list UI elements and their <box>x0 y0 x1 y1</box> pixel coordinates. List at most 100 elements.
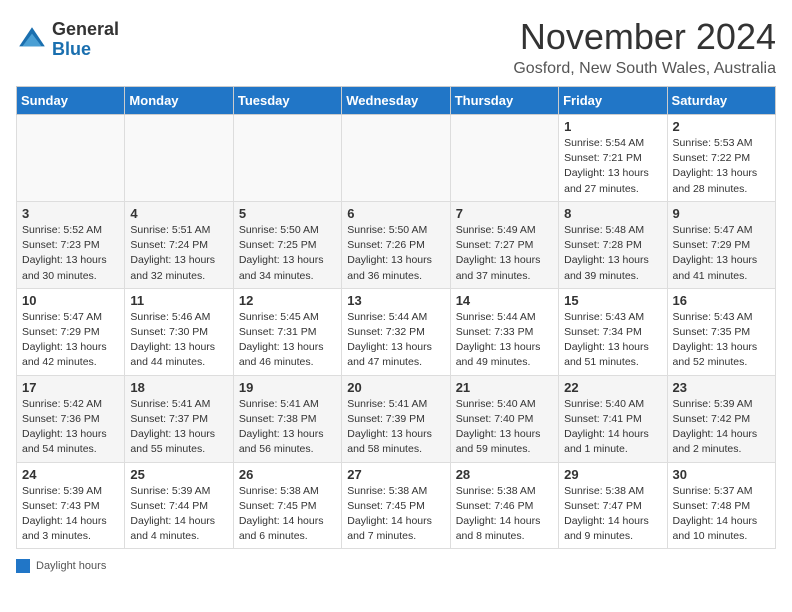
day-info: Sunrise: 5:50 AM Sunset: 7:26 PM Dayligh… <box>347 223 445 284</box>
day-number: 19 <box>239 380 337 395</box>
day-info: Sunrise: 5:38 AM Sunset: 7:46 PM Dayligh… <box>456 484 554 545</box>
calendar-header-wednesday: Wednesday <box>342 87 450 115</box>
page-header: General Blue November 2024 Gosford, New … <box>16 16 776 78</box>
calendar-table: SundayMondayTuesdayWednesdayThursdayFrid… <box>16 86 776 549</box>
calendar-cell: 6 Sunrise: 5:50 AM Sunset: 7:26 PM Daylig… <box>342 201 450 288</box>
calendar-cell: 26Sunrise: 5:38 AM Sunset: 7:45 PM Dayli… <box>233 462 341 549</box>
calendar-cell: 25 Sunrise: 5:39 AM Sunset: 7:44 PM Dayli… <box>125 462 233 549</box>
day-info: Sunrise: 5:39 AM Sunset: 7:42 PM Dayligh… <box>673 397 771 458</box>
calendar-cell: 5 Sunrise: 5:50 AM Sunset: 7:25 PM Daylig… <box>233 201 341 288</box>
calendar-cell <box>17 115 125 202</box>
day-number: 11 <box>130 293 228 308</box>
calendar-cell <box>125 115 233 202</box>
day-number: 16 <box>673 293 771 308</box>
day-info: Sunrise: 5:49 AM Sunset: 7:27 PM Dayligh… <box>456 223 554 284</box>
calendar-cell: 10Sunrise: 5:47 AM Sunset: 7:29 PM Dayli… <box>17 288 125 375</box>
day-info: Sunrise: 5:41 AM Sunset: 7:37 PM Dayligh… <box>130 397 228 458</box>
day-number: 20 <box>347 380 445 395</box>
legend: Daylight hours <box>16 559 776 573</box>
calendar-cell: 30 Sunrise: 5:37 AM Sunset: 7:48 PM Dayli… <box>667 462 775 549</box>
day-info: Sunrise: 5:44 AM Sunset: 7:32 PM Dayligh… <box>347 310 445 371</box>
calendar-cell: 13 Sunrise: 5:44 AM Sunset: 7:32 PM Dayli… <box>342 288 450 375</box>
logo-icon <box>16 24 48 56</box>
calendar-cell: 21 Sunrise: 5:40 AM Sunset: 7:40 PM Dayli… <box>450 375 558 462</box>
calendar-cell: 1 Sunrise: 5:54 AM Sunset: 7:21 PM Daylig… <box>559 115 667 202</box>
calendar-cell: 9Sunrise: 5:47 AM Sunset: 7:29 PM Daylig… <box>667 201 775 288</box>
day-info: Sunrise: 5:42 AM Sunset: 7:36 PM Dayligh… <box>22 397 120 458</box>
calendar-cell <box>342 115 450 202</box>
day-number: 14 <box>456 293 554 308</box>
day-number: 6 <box>347 206 445 221</box>
logo-text: General Blue <box>52 20 119 60</box>
day-info: Sunrise: 5:51 AM Sunset: 7:24 PM Dayligh… <box>130 223 228 284</box>
day-info: Sunrise: 5:53 AM Sunset: 7:22 PM Dayligh… <box>673 136 771 197</box>
day-number: 23 <box>673 380 771 395</box>
day-number: 26 <box>239 467 337 482</box>
calendar-cell: 27 Sunrise: 5:38 AM Sunset: 7:45 PM Dayli… <box>342 462 450 549</box>
day-number: 25 <box>130 467 228 482</box>
day-number: 5 <box>239 206 337 221</box>
day-info: Sunrise: 5:39 AM Sunset: 7:44 PM Dayligh… <box>130 484 228 545</box>
day-info: Sunrise: 5:47 AM Sunset: 7:29 PM Dayligh… <box>22 310 120 371</box>
day-number: 13 <box>347 293 445 308</box>
day-number: 21 <box>456 380 554 395</box>
day-info: Sunrise: 5:40 AM Sunset: 7:41 PM Dayligh… <box>564 397 662 458</box>
calendar-header-tuesday: Tuesday <box>233 87 341 115</box>
calendar-cell: 29Sunrise: 5:38 AM Sunset: 7:47 PM Dayli… <box>559 462 667 549</box>
calendar-cell: 20 Sunrise: 5:41 AM Sunset: 7:39 PM Dayli… <box>342 375 450 462</box>
calendar-cell: 19 Sunrise: 5:41 AM Sunset: 7:38 PM Dayli… <box>233 375 341 462</box>
day-number: 27 <box>347 467 445 482</box>
legend-color-box <box>16 559 30 573</box>
day-info: Sunrise: 5:38 AM Sunset: 7:47 PM Dayligh… <box>564 484 662 545</box>
calendar-cell: 22Sunrise: 5:40 AM Sunset: 7:41 PM Dayli… <box>559 375 667 462</box>
calendar-cell: 17 Sunrise: 5:42 AM Sunset: 7:36 PM Dayli… <box>17 375 125 462</box>
day-number: 3 <box>22 206 120 221</box>
location-subtitle: Gosford, New South Wales, Australia <box>513 60 776 78</box>
day-info: Sunrise: 5:40 AM Sunset: 7:40 PM Dayligh… <box>456 397 554 458</box>
day-number: 1 <box>564 119 662 134</box>
day-info: Sunrise: 5:41 AM Sunset: 7:39 PM Dayligh… <box>347 397 445 458</box>
title-block: November 2024 Gosford, New South Wales, … <box>513 16 776 78</box>
day-info: Sunrise: 5:50 AM Sunset: 7:25 PM Dayligh… <box>239 223 337 284</box>
day-info: Sunrise: 5:47 AM Sunset: 7:29 PM Dayligh… <box>673 223 771 284</box>
month-title: November 2024 <box>513 16 776 58</box>
calendar-header-saturday: Saturday <box>667 87 775 115</box>
day-info: Sunrise: 5:48 AM Sunset: 7:28 PM Dayligh… <box>564 223 662 284</box>
calendar-header-thursday: Thursday <box>450 87 558 115</box>
day-info: Sunrise: 5:41 AM Sunset: 7:38 PM Dayligh… <box>239 397 337 458</box>
day-number: 18 <box>130 380 228 395</box>
day-info: Sunrise: 5:45 AM Sunset: 7:31 PM Dayligh… <box>239 310 337 371</box>
logo-blue-text: Blue <box>52 40 119 60</box>
calendar-header-friday: Friday <box>559 87 667 115</box>
day-number: 7 <box>456 206 554 221</box>
day-number: 17 <box>22 380 120 395</box>
calendar-cell: 15Sunrise: 5:43 AM Sunset: 7:34 PM Dayli… <box>559 288 667 375</box>
day-info: Sunrise: 5:44 AM Sunset: 7:33 PM Dayligh… <box>456 310 554 371</box>
calendar-header-monday: Monday <box>125 87 233 115</box>
calendar-cell: 18 Sunrise: 5:41 AM Sunset: 7:37 PM Dayli… <box>125 375 233 462</box>
day-number: 2 <box>673 119 771 134</box>
calendar-cell: 23 Sunrise: 5:39 AM Sunset: 7:42 PM Dayli… <box>667 375 775 462</box>
legend-label: Daylight hours <box>36 560 106 572</box>
day-info: Sunrise: 5:39 AM Sunset: 7:43 PM Dayligh… <box>22 484 120 545</box>
calendar-cell <box>233 115 341 202</box>
day-number: 15 <box>564 293 662 308</box>
calendar-cell: 24 Sunrise: 5:39 AM Sunset: 7:43 PM Dayli… <box>17 462 125 549</box>
day-info: Sunrise: 5:38 AM Sunset: 7:45 PM Dayligh… <box>347 484 445 545</box>
calendar-cell: 4Sunrise: 5:51 AM Sunset: 7:24 PM Daylig… <box>125 201 233 288</box>
day-info: Sunrise: 5:46 AM Sunset: 7:30 PM Dayligh… <box>130 310 228 371</box>
calendar-cell: 16 Sunrise: 5:43 AM Sunset: 7:35 PM Dayli… <box>667 288 775 375</box>
calendar-cell: 8 Sunrise: 5:48 AM Sunset: 7:28 PM Daylig… <box>559 201 667 288</box>
day-info: Sunrise: 5:54 AM Sunset: 7:21 PM Dayligh… <box>564 136 662 197</box>
day-number: 24 <box>22 467 120 482</box>
logo-general-text: General <box>52 20 119 40</box>
calendar-cell <box>450 115 558 202</box>
logo: General Blue <box>16 20 119 60</box>
day-info: Sunrise: 5:52 AM Sunset: 7:23 PM Dayligh… <box>22 223 120 284</box>
calendar-cell: 7 Sunrise: 5:49 AM Sunset: 7:27 PM Daylig… <box>450 201 558 288</box>
day-number: 30 <box>673 467 771 482</box>
day-info: Sunrise: 5:43 AM Sunset: 7:35 PM Dayligh… <box>673 310 771 371</box>
calendar-cell: 28Sunrise: 5:38 AM Sunset: 7:46 PM Dayli… <box>450 462 558 549</box>
day-number: 8 <box>564 206 662 221</box>
day-info: Sunrise: 5:37 AM Sunset: 7:48 PM Dayligh… <box>673 484 771 545</box>
